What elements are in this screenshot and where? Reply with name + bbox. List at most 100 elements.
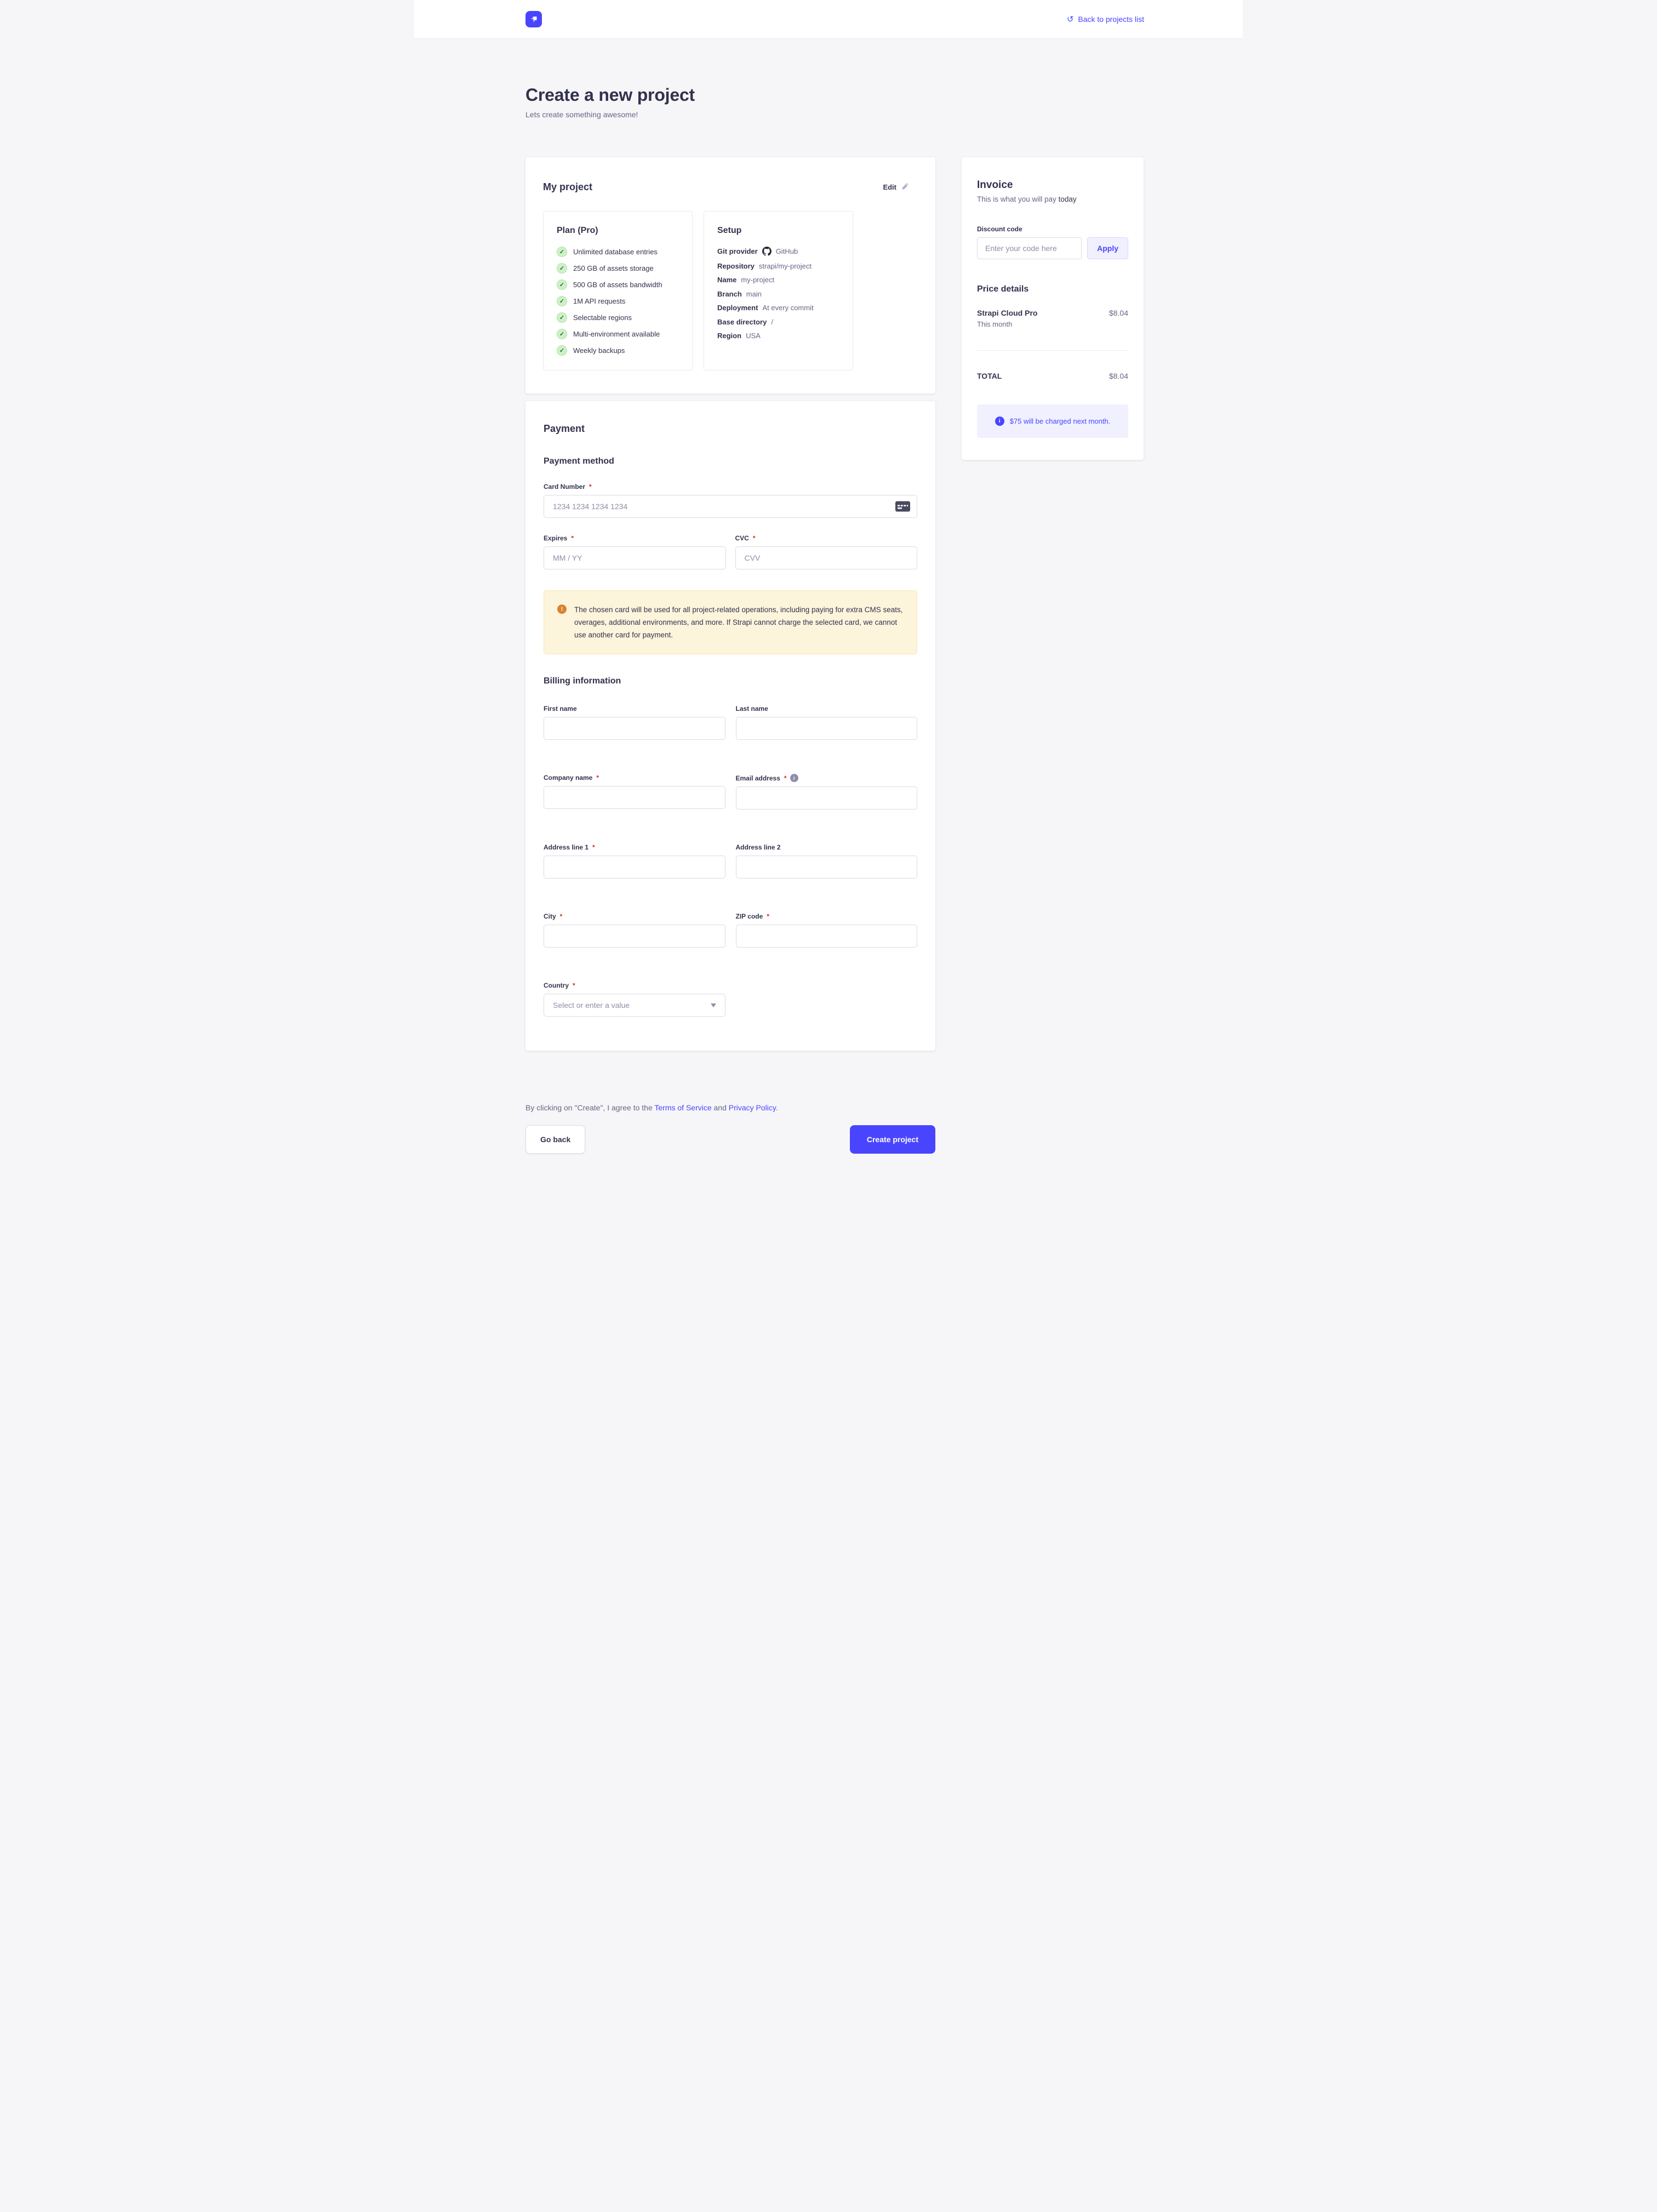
page-subtitle: Lets create something awesome!	[525, 110, 1144, 119]
check-circle-icon: ✓	[557, 263, 567, 273]
last-name-label-text: Last name	[736, 705, 768, 712]
my-project-card-header: My project Edit	[543, 181, 909, 193]
check-circle-icon: ✓	[557, 247, 567, 257]
plan-feature: ✓ 500 GB of assets bandwidth	[557, 280, 682, 290]
total-amount: $8.04	[1109, 372, 1128, 380]
required-asterisk: *	[571, 534, 574, 542]
terms-middle: and	[712, 1103, 729, 1112]
required-asterisk: *	[596, 774, 599, 782]
expires-input[interactable]	[544, 546, 726, 569]
email-address-field: Email address* i	[736, 757, 918, 809]
company-name-input[interactable]	[544, 786, 725, 809]
price-item-amount: $8.04	[1109, 309, 1128, 317]
setup-value: strapi/my-project	[759, 262, 812, 270]
plan-feature-label: Unlimited database entries	[573, 248, 658, 256]
address-line-2-input[interactable]	[736, 856, 918, 879]
price-item-period: This month	[977, 320, 1128, 328]
card-number-label-text: Card Number	[544, 483, 585, 491]
back-to-projects-link[interactable]: ↺ Back to projects list	[1067, 15, 1144, 24]
plan-title: Plan (Pro)	[557, 226, 682, 236]
back-icon: ↺	[1067, 15, 1074, 24]
zip-code-input[interactable]	[736, 925, 918, 948]
terms-suffix: .	[776, 1103, 778, 1112]
my-project-card: My project Edit Plan (Pro) ✓ U	[525, 157, 935, 394]
required-asterisk: *	[753, 534, 756, 542]
plan-box: Plan (Pro) ✓ Unlimited database entries …	[543, 211, 693, 370]
page-content: Create a new project Lets create somethi…	[414, 85, 1243, 1154]
city-input[interactable]	[544, 925, 725, 948]
pencil-icon	[901, 183, 909, 192]
first-name-label-text: First name	[544, 705, 577, 712]
plan-feature-label: Multi-environment available	[573, 330, 660, 338]
expires-label: Expires *	[544, 534, 726, 542]
total-label: TOTAL	[977, 372, 1002, 380]
setup-row-deployment: Deployment At every commit	[717, 304, 843, 312]
address-line-1-field: Address line 1 *	[544, 827, 725, 879]
payment-card: Payment Payment method Card Number*	[525, 401, 935, 1051]
expiry-cvc-row: Expires* CVC*	[544, 518, 917, 569]
first-name-label: First name	[544, 705, 725, 712]
country-label-text: Country	[544, 982, 569, 989]
first-name-input[interactable]	[544, 717, 725, 740]
setup-value: /	[771, 318, 773, 326]
required-asterisk: *	[592, 843, 595, 851]
github-icon	[762, 247, 772, 256]
country-select[interactable]: Select or enter a value	[544, 994, 725, 1017]
zip-code-field: ZIP code*	[736, 896, 918, 948]
terms-of-service-link[interactable]: Terms of Service	[654, 1103, 711, 1112]
terms-text: By clicking on "Create", I agree to the …	[525, 1103, 1144, 1112]
address-line-2-label-text: Address line 2	[736, 843, 781, 851]
payment-title: Payment	[544, 423, 917, 435]
cvc-input[interactable]	[735, 546, 918, 569]
setup-label: Region	[717, 332, 741, 340]
check-circle-icon: ✓	[557, 329, 567, 339]
billing-grid: First name Last name Company name*	[544, 688, 917, 1017]
invoice-subtitle-emphasis: today	[1059, 195, 1077, 203]
plan-feature-label: 1M API requests	[573, 297, 625, 305]
last-name-label: Last name	[736, 705, 918, 712]
discount-row: Apply	[977, 237, 1128, 259]
check-circle-icon: ✓	[557, 296, 567, 306]
discount-code-input[interactable]	[977, 237, 1082, 259]
plan-feature: ✓ Selectable regions	[557, 312, 682, 323]
card-number-wrap	[544, 495, 917, 518]
edit-project-button[interactable]: Edit	[883, 183, 909, 192]
first-name-field: First name	[544, 688, 725, 740]
content-columns: My project Edit Plan (Pro) ✓ U	[525, 157, 1144, 1051]
card-number-input[interactable]	[544, 495, 917, 518]
footer-buttons: Go back Create project	[525, 1125, 935, 1154]
info-icon: i	[995, 417, 1004, 426]
privacy-policy-link[interactable]: Privacy Policy	[729, 1103, 776, 1112]
apply-discount-button[interactable]: Apply	[1087, 237, 1128, 259]
plan-feature: ✓ Unlimited database entries	[557, 247, 682, 257]
last-name-input[interactable]	[736, 717, 918, 740]
address-line-1-input[interactable]	[544, 856, 725, 879]
email-address-input[interactable]	[736, 786, 918, 809]
left-column: My project Edit Plan (Pro) ✓ U	[525, 157, 935, 1051]
setup-value: my-project	[741, 276, 774, 284]
back-link-label: Back to projects list	[1078, 15, 1144, 24]
last-name-field: Last name	[736, 688, 918, 740]
note-text: $75 will be charged next month.	[1010, 417, 1111, 425]
zip-code-label: ZIP code*	[736, 913, 918, 920]
next-month-note: i $75 will be charged next month.	[977, 404, 1128, 438]
credit-card-icon	[895, 501, 910, 512]
payment-method-title: Payment method	[544, 457, 917, 466]
price-details-title: Price details	[977, 284, 1128, 294]
strapi-logo[interactable]	[525, 11, 542, 27]
setup-title: Setup	[717, 226, 843, 236]
setup-value: main	[746, 290, 762, 298]
plan-feature: ✓ 250 GB of assets storage	[557, 263, 682, 273]
setup-value: At every commit	[762, 304, 813, 312]
plan-feature: ✓ Weekly backups	[557, 345, 682, 356]
create-project-button[interactable]: Create project	[850, 1125, 935, 1154]
info-icon[interactable]: i	[790, 774, 798, 782]
setup-label: Base directory	[717, 318, 767, 326]
page-title: Create a new project	[525, 85, 1144, 105]
address-line-1-label-text: Address line 1	[544, 843, 588, 851]
expires-label-text: Expires	[544, 534, 567, 542]
check-circle-icon: ✓	[557, 312, 567, 323]
check-circle-icon: ✓	[557, 345, 567, 356]
go-back-button[interactable]: Go back	[525, 1125, 585, 1154]
card-number-label: Card Number*	[544, 483, 917, 491]
